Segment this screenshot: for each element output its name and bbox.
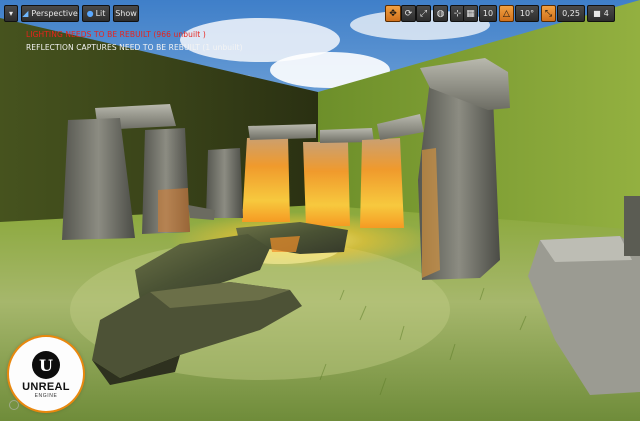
- viewport-options-button[interactable]: ▾: [4, 5, 18, 22]
- lit-button[interactable]: ● Lit: [82, 5, 110, 22]
- unreal-logo-mark: U: [32, 351, 60, 379]
- unreal-engine-logo: U UNREAL ENGINE: [9, 337, 83, 411]
- grid-snap-toggle[interactable]: ▦: [463, 5, 478, 22]
- scale-snap-value[interactable]: 0,25: [557, 5, 585, 22]
- scene-render[interactable]: [0, 0, 640, 421]
- scale-snap-icon: ⤡: [544, 8, 553, 19]
- rotate-tool-button[interactable]: ⟳: [401, 5, 416, 22]
- rotation-snap-toggle[interactable]: △: [499, 5, 514, 22]
- camera-icon: ■: [593, 9, 601, 18]
- chevron-down-icon: ▾: [8, 9, 13, 18]
- view-mode-icon: ◢: [22, 9, 29, 18]
- camera-speed-label: 4: [603, 9, 609, 18]
- grid-icon: ▦: [466, 8, 475, 19]
- perspective-button[interactable]: ◢ Perspective: [21, 5, 79, 22]
- rotation-snap-value-label: 10°: [519, 9, 535, 18]
- globe-icon: ◍: [436, 8, 445, 19]
- rotation-snap-value[interactable]: 10°: [515, 5, 539, 22]
- logo-wordmark: UNREAL: [22, 381, 70, 393]
- rotate-icon: ⟳: [404, 8, 413, 19]
- lit-sphere-icon: ●: [86, 9, 94, 18]
- translate-tool-button[interactable]: ✥: [385, 5, 401, 22]
- lit-label: Lit: [95, 9, 106, 18]
- surface-snap-icon: ⊹: [453, 8, 462, 19]
- scale-icon: ⤢: [419, 8, 428, 19]
- logo-subtitle: ENGINE: [34, 393, 58, 399]
- grid-snap-value[interactable]: 10: [479, 5, 497, 22]
- show-button[interactable]: Show: [113, 5, 139, 22]
- reflection-warning: REFLECTION CAPTURES NEED TO BE REBUILT (…: [26, 43, 243, 52]
- camera-speed-button[interactable]: ■ 4: [587, 5, 615, 22]
- scale-snap-value-label: 0,25: [562, 9, 580, 18]
- lighting-warning: LIGHTING NEEDS TO BE REBUILT (966 unbuil…: [26, 30, 206, 39]
- show-label: Show: [115, 9, 137, 18]
- perspective-label: Perspective: [31, 9, 78, 18]
- grid-snap-value-label: 10: [482, 9, 494, 18]
- world-space-button[interactable]: ◍: [433, 5, 448, 22]
- axis-gizmo-icon: [9, 400, 19, 410]
- level-viewport[interactable]: ▾ ◢ Perspective ● Lit Show ✥ ⟳ ⤢ ◍ ⊹ ▦ 1…: [0, 0, 640, 421]
- angle-icon: △: [503, 8, 510, 19]
- translate-icon: ✥: [389, 8, 397, 19]
- scale-snap-toggle[interactable]: ⤡: [541, 5, 556, 22]
- scale-tool-button[interactable]: ⤢: [416, 5, 431, 22]
